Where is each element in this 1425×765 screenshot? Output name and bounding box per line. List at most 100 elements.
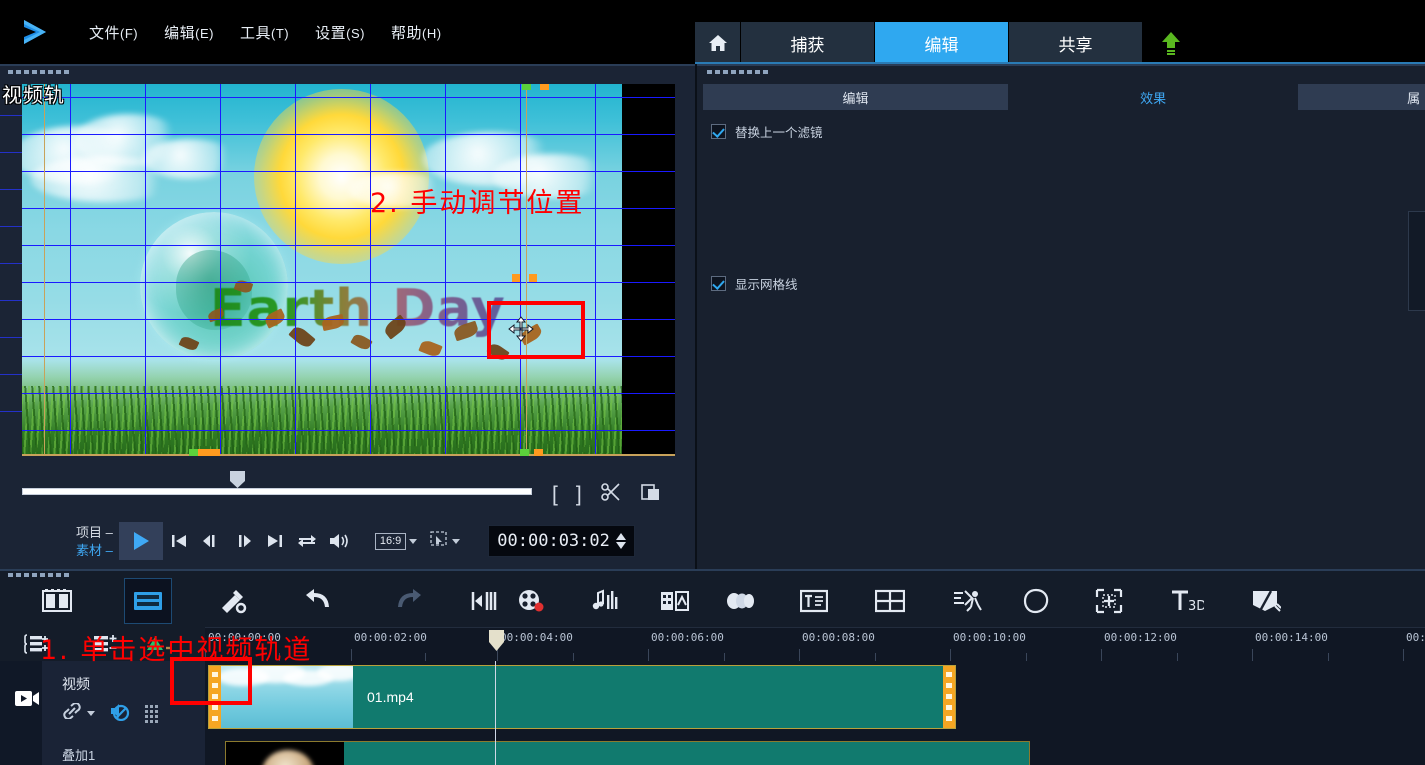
- skip-start-icon[interactable]: [163, 524, 195, 558]
- options-panel-grip[interactable]: [707, 70, 768, 74]
- chevron-down-icon[interactable]: [409, 538, 418, 544]
- options-tab-edit[interactable]: 编辑: [703, 84, 1008, 110]
- scrubber-track[interactable]: [22, 488, 532, 495]
- panel-grip-handle[interactable]: [8, 70, 69, 74]
- multi-camera-icon[interactable]: [718, 579, 764, 623]
- track-body-video[interactable]: 01.mp4: [205, 661, 1425, 737]
- timecode-field[interactable]: 00:00:03:02: [488, 525, 635, 557]
- track-header-overlay[interactable]: 叠加1: [0, 737, 205, 765]
- tab-capture[interactable]: 捕获: [741, 22, 875, 64]
- undo-icon[interactable]: [297, 579, 343, 623]
- show-grid-checkbox[interactable]: [711, 276, 726, 291]
- track-body-overlay[interactable]: [205, 737, 1425, 765]
- ruler-tick-label: 00:00:04:00: [500, 631, 573, 644]
- clip-right-handle[interactable]: [943, 666, 955, 728]
- filter-list-box[interactable]: [1408, 211, 1425, 311]
- mark-in-button[interactable]: [: [552, 483, 558, 507]
- project-clip-toggle[interactable]: 项目 – 素材 –: [76, 525, 113, 558]
- tab-label: 编辑: [924, 35, 959, 55]
- freeze-frame-icon[interactable]: [1086, 579, 1132, 623]
- options-tab-partial[interactable]: 属: [1298, 84, 1425, 110]
- selection-handle-bottom-green[interactable]: [189, 449, 198, 456]
- project-label: 项目 –: [76, 524, 113, 540]
- link-icon[interactable]: [62, 702, 82, 724]
- tools-icon[interactable]: [210, 579, 256, 623]
- show-grid-label: 显示网格线: [735, 278, 798, 292]
- motion-tracking-icon[interactable]: [652, 579, 698, 623]
- title-3d-icon[interactable]: 3D: [1163, 579, 1209, 623]
- move-cursor-icon: [508, 316, 534, 347]
- selection-handle-bottom-right[interactable]: [534, 449, 543, 456]
- play-button[interactable]: [118, 522, 163, 560]
- preview-track-label: 视频轨: [2, 85, 65, 107]
- timeline-clip-video[interactable]: 01.mp4: [208, 665, 956, 729]
- options-tab-effect[interactable]: 效果: [1011, 84, 1295, 110]
- ripple-edit-icon[interactable]: [462, 579, 508, 623]
- keyframe-grid-icon[interactable]: [145, 704, 159, 723]
- skip-end-icon[interactable]: [259, 524, 291, 558]
- timeline-view-icon[interactable]: [124, 578, 172, 624]
- preview-stage[interactable]: Earth Day: [22, 84, 675, 456]
- track-row-overlay: 叠加1: [0, 737, 1425, 765]
- menu-item-tools[interactable]: 工具(T): [227, 18, 302, 47]
- preview-panel: 视频轨 Earth Day 2. 手动调节位置 [] 项目 – 素材 – 16…: [0, 64, 695, 569]
- menu-item-help[interactable]: 帮助(H): [378, 18, 455, 47]
- scrubber-playhead[interactable]: [229, 470, 246, 489]
- selection-handle-bottom-wide[interactable]: [198, 449, 220, 456]
- step-back-icon[interactable]: [195, 524, 227, 558]
- audio-mixer-icon[interactable]: [583, 579, 629, 623]
- mask-creator-icon[interactable]: [1013, 579, 1059, 623]
- crop-selector[interactable]: [429, 530, 461, 553]
- tab-share[interactable]: 共享: [1009, 22, 1143, 64]
- selection-handle-top-orange[interactable]: [540, 84, 549, 90]
- split-screen-icon[interactable]: [867, 579, 913, 623]
- replace-last-filter-checkbox[interactable]: [711, 124, 726, 139]
- tab-edit[interactable]: 编辑: [875, 22, 1009, 64]
- redo-icon[interactable]: [384, 579, 430, 623]
- menu-label: 设置: [315, 24, 347, 42]
- timeline-grip[interactable]: [8, 573, 69, 577]
- track-name-video: 视频: [62, 676, 90, 692]
- selection-handle-center-a[interactable]: [512, 274, 520, 282]
- selection-border-bottom: [22, 454, 675, 456]
- loop-icon[interactable]: [291, 524, 323, 558]
- storyboard-view-icon[interactable]: [34, 579, 80, 623]
- mark-button-group: [ ]: [552, 481, 662, 509]
- link-chevron-down-icon[interactable]: [87, 711, 95, 716]
- timeline-playhead-marker[interactable]: [488, 630, 505, 652]
- selection-handle-bottom-right-green[interactable]: [520, 449, 529, 456]
- menu-item-edit[interactable]: 编辑(E): [151, 18, 227, 47]
- step-tab-bar: 捕获 编辑 共享: [695, 0, 1425, 64]
- mark-out-button[interactable]: ]: [576, 483, 582, 507]
- ruler-tick-label: 00:: [1406, 631, 1425, 644]
- scissors-icon[interactable]: [600, 481, 622, 509]
- timecode-spinner[interactable]: [615, 533, 626, 549]
- menu-mnemonic: (T): [271, 25, 290, 41]
- motion-path-icon[interactable]: [944, 579, 990, 623]
- menu-bar: 文件(F) 编辑(E) 工具(T) 设置(S) 帮助(H): [0, 0, 695, 64]
- menu-item-settings[interactable]: 设置(S): [302, 18, 378, 47]
- chevron-down-icon[interactable]: [452, 538, 461, 544]
- selection-handle-top-green[interactable]: [522, 84, 531, 90]
- upload-arrow-icon[interactable]: [1143, 22, 1199, 64]
- crop-icon: [429, 530, 449, 553]
- options-tab-bar: 编辑 效果 属: [703, 84, 1425, 110]
- timeline-panel: 3D 00:00:00:00 00:00:02:00 00:00:04:00 0…: [0, 569, 1425, 765]
- home-button[interactable]: [695, 22, 741, 64]
- selection-handle-center-b[interactable]: [529, 274, 537, 282]
- volume-icon[interactable]: [323, 524, 355, 558]
- mute-icon[interactable]: [109, 701, 131, 726]
- aspect-ratio-selector[interactable]: 16:9: [374, 532, 418, 550]
- record-capture-icon[interactable]: [508, 579, 554, 623]
- timeline-clip-overlay[interactable]: [225, 741, 1030, 765]
- step-forward-icon[interactable]: [227, 524, 259, 558]
- duplicate-icon[interactable]: [640, 481, 662, 509]
- timeline-ruler[interactable]: 00:00:00:00 00:00:02:00 00:00:04:00 00:0…: [205, 627, 1425, 661]
- show-grid-row[interactable]: 显示网格线: [711, 274, 798, 293]
- chevron-logo-icon[interactable]: [14, 10, 58, 54]
- menu-item-file[interactable]: 文件(F): [76, 18, 151, 47]
- subtitle-editor-icon[interactable]: [791, 579, 837, 623]
- menu-label: 文件: [89, 24, 121, 42]
- replace-last-filter-row[interactable]: 替换上一个滤镜: [711, 122, 823, 141]
- paint-creator-icon[interactable]: [1243, 579, 1289, 623]
